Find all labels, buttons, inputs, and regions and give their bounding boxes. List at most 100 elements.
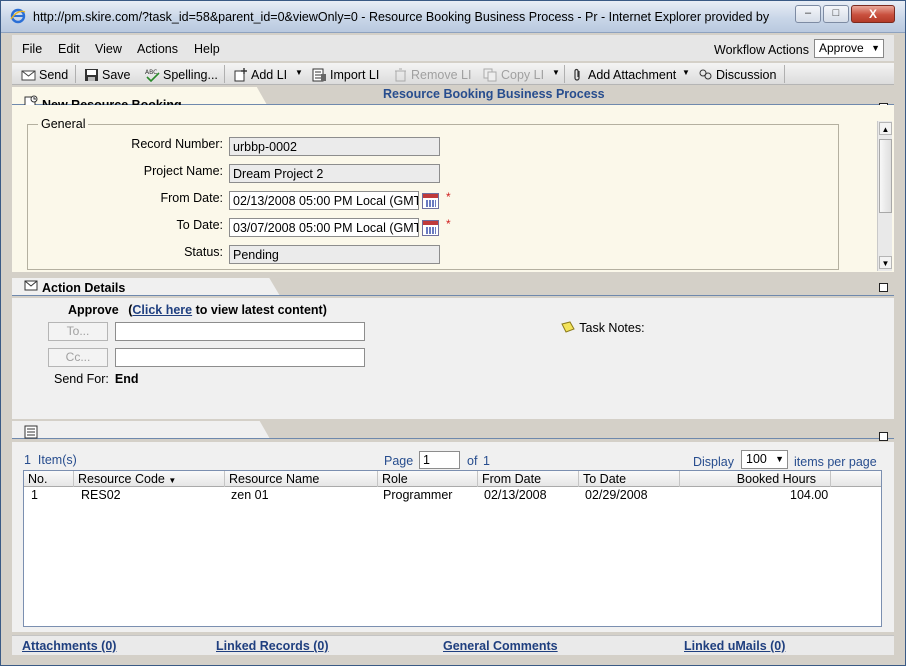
record-number-label: Record Number: [131,137,223,151]
remove-li-button[interactable]: Remove LI [393,66,471,83]
import-icon [312,68,326,81]
maximize-section-icon[interactable] [879,432,888,441]
scroll-down-icon[interactable]: ▼ [879,256,892,269]
close-button[interactable]: X [851,5,895,23]
total-pages: 1 [483,454,490,468]
to-button[interactable]: To... [48,322,108,341]
close-icon: X [868,7,877,21]
chevron-down-icon[interactable]: ▼ [682,68,690,77]
form-scrollbar[interactable]: ▲ ▼ [877,121,892,271]
column-header-from-date[interactable]: From Date [478,471,579,487]
scroll-thumb[interactable] [879,139,892,213]
minimize-icon: – [804,7,812,19]
chevron-down-icon: ▼ [871,43,880,53]
title-bar: http://pm.skire.com/?task_id=58&parent_i… [1,1,905,33]
general-legend: General [38,117,89,131]
sort-descending-icon: ▼ [168,476,177,485]
import-li-label: Import LI [330,67,380,82]
toolbar: Send Save ABC Spelling... Add LI ▼ Impor… [12,63,894,85]
approve-link-suffix: to view latest content) [192,303,327,317]
task-notes[interactable]: Task Notes: [561,321,645,335]
scroll-up-icon[interactable]: ▲ [879,122,892,135]
menu-edit[interactable]: Edit [58,42,80,56]
display-label: Display [693,455,734,469]
table-header: No. Resource Code ▼ Resource Name Role F… [24,471,881,487]
line-items-tab [12,421,270,439]
minimize-button[interactable]: – [795,5,821,23]
column-header-to-date[interactable]: To Date [579,471,680,487]
status-field[interactable]: Pending [229,245,440,264]
menu-help[interactable]: Help [194,42,220,56]
paperclip-icon [574,68,580,81]
maximize-button[interactable]: □ [823,5,849,23]
spell-check-icon: ABC [145,69,160,82]
linked-records-link[interactable]: Linked Records (0) [216,639,329,653]
browser-window: http://pm.skire.com/?task_id=58&parent_i… [0,0,906,666]
chevron-down-icon[interactable]: ▼ [552,68,560,77]
cell-booked-hours: 104.00 [790,488,829,502]
menu-actions[interactable]: Actions [137,42,178,56]
discussion-label: Discussion [716,67,777,82]
save-button[interactable]: Save [84,66,131,83]
project-name-field[interactable]: Dream Project 2 [229,164,440,183]
chevron-down-icon[interactable]: ▼ [295,68,303,77]
add-li-button[interactable]: Add LI [233,66,287,83]
import-li-button[interactable]: Import LI [312,66,379,83]
attachments-link[interactable]: Attachments (0) [22,639,116,653]
menu-file[interactable]: File [22,42,42,56]
send-button[interactable]: Send [21,66,68,83]
linked-umails-link[interactable]: Linked uMails (0) [684,639,785,653]
window-title: http://pm.skire.com/?task_id=58&parent_i… [33,10,770,24]
column-header-role[interactable]: Role [378,471,478,487]
approve-line: Approve (Click here to view latest conte… [68,303,327,317]
to-input[interactable] [115,322,365,341]
maximize-section-icon[interactable] [879,283,888,292]
required-marker: * [446,190,451,204]
from-date-field[interactable]: 02/13/2008 05:00 PM Local (GMT-8 [229,191,419,210]
copy-li-label: Copy LI [501,67,545,82]
cc-button[interactable]: Cc... [48,348,108,367]
cell-to-date: 02/29/2008 [585,488,648,502]
record-number-field[interactable]: urbbp-0002 [229,137,440,156]
svg-text:ABC: ABC [145,69,157,76]
action-details-rule [12,295,894,296]
column-header-resource-code[interactable]: Resource Code ▼ [74,471,225,487]
items-per-page-value: 100 [746,452,767,466]
to-date-field[interactable]: 03/07/2008 05:00 PM Local (GMT-8 [229,218,419,237]
approve-label: Approve [68,303,119,317]
column-header-no[interactable]: No. [24,471,74,487]
discussion-button[interactable]: Discussion [698,66,776,83]
general-comments-link[interactable]: General Comments [443,639,558,653]
send-label: Send [39,67,69,82]
to-date-label: To Date: [176,218,223,232]
add-line-item-icon [234,67,247,81]
workflow-actions-select[interactable]: Approve ▼ [814,39,884,58]
calendar-icon[interactable] [422,220,439,236]
send-for-value: End [114,372,139,386]
chevron-down-icon: ▼ [775,454,784,464]
line-items-rule [12,438,894,439]
add-attachment-button[interactable]: Add Attachment [570,66,676,83]
maximize-icon: □ [832,7,840,19]
toolbar-divider [564,65,565,83]
toolbar-divider [784,65,785,83]
copy-li-button[interactable]: Copy LI [483,66,544,83]
add-li-label: Add LI [251,67,288,82]
column-header-booked-hours[interactable]: Booked Hours [680,471,831,487]
cc-input[interactable] [115,348,365,367]
cell-resource-code: RES02 [81,488,121,502]
of-label: of [467,454,478,468]
items-per-page-select[interactable]: 100 ▼ [741,450,788,469]
menu-view[interactable]: View [95,42,122,56]
items-per-page-label: items per page [794,455,877,469]
spelling-button[interactable]: ABC Spelling... [145,66,218,83]
column-header-resource-name[interactable]: Resource Name [225,471,378,487]
calendar-icon[interactable] [422,193,439,209]
remove-line-item-icon [395,68,406,81]
cell-from-date: 02/13/2008 [484,488,547,502]
discussion-icon [699,69,712,79]
form-header: New Resource Booking Resource Booking Bu… [12,87,894,112]
from-date-label: From Date: [160,191,223,205]
page-input[interactable]: 1 [419,451,460,469]
view-latest-content-link[interactable]: Click here [132,303,192,317]
